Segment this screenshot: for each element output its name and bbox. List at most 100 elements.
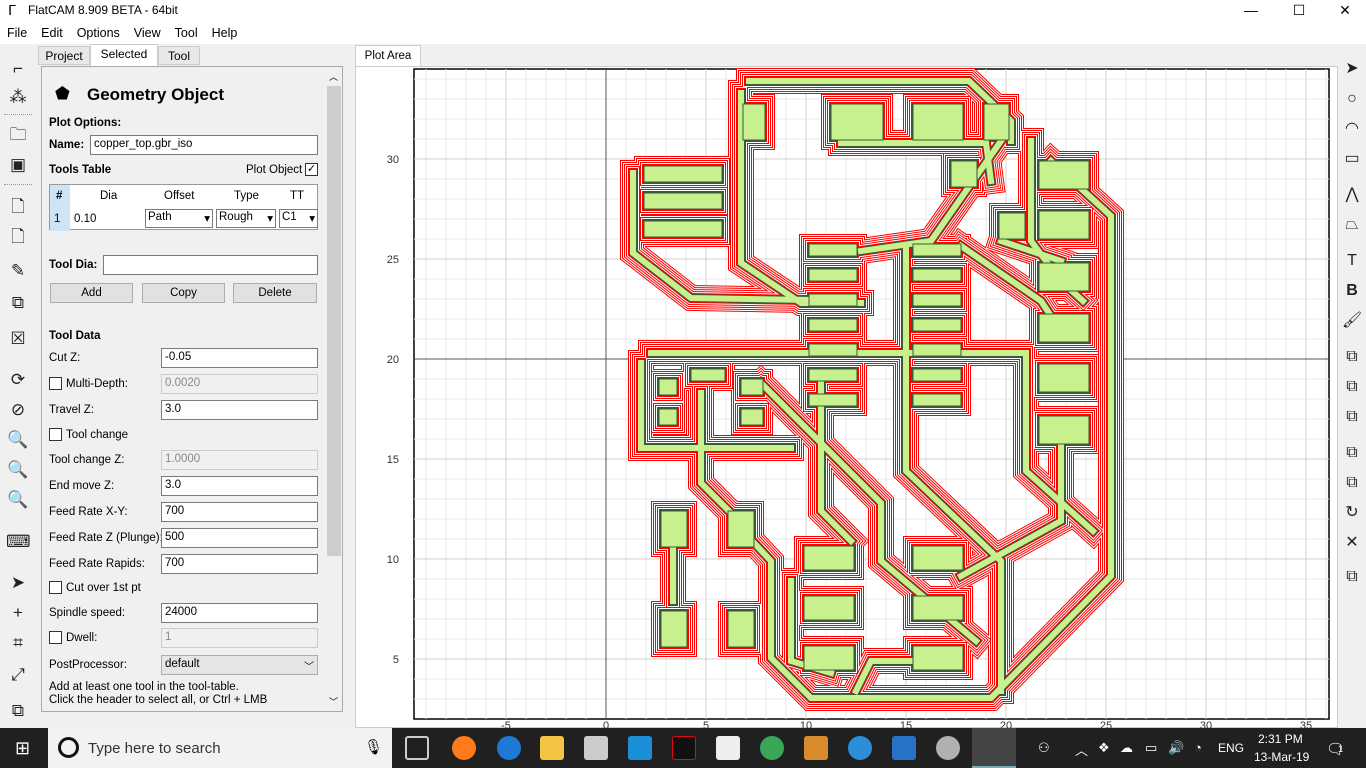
spindle-input[interactable]: 24000 (161, 603, 318, 623)
show-hidden-icons[interactable]: ︿ (1075, 740, 1088, 759)
tab-tool[interactable]: Tool (158, 46, 200, 65)
chrome-icon[interactable] (760, 736, 784, 760)
tool-change-z-input[interactable]: 1.0000 (161, 450, 318, 470)
plot-object-checkbox[interactable]: ✓ (305, 163, 318, 176)
header-dia[interactable]: Dia (100, 190, 117, 202)
feed-rapids-input[interactable]: 700 (161, 554, 318, 574)
volume-icon[interactable]: 🔊 (1168, 740, 1184, 756)
language-indicator[interactable]: ENG (1218, 741, 1244, 755)
tab-plot-area[interactable]: Plot Area (355, 45, 421, 67)
multi-depth-input[interactable]: 0.0020 (161, 374, 318, 394)
clock-date[interactable]: 13-Mar-19 (1254, 750, 1309, 764)
maximize-button[interactable]: ☐ (1276, 0, 1322, 22)
dwell-checkbox[interactable] (49, 631, 62, 644)
copy-object-icon[interactable]: ⧉ (6, 292, 30, 314)
cut-over-checkbox[interactable] (49, 581, 62, 594)
scrollbar-thumb[interactable] (327, 86, 341, 556)
minimize-button[interactable]: — (1228, 0, 1274, 22)
intersection-icon[interactable]: ⧉ (1341, 376, 1363, 398)
cut-icon[interactable]: ⧉ (1341, 442, 1363, 464)
save-icon[interactable]: ▣ (6, 154, 30, 176)
plot-canvas[interactable]: -5 0 5 10 15 20 25 30 3551015202530 (356, 67, 1339, 729)
copy-shape-icon[interactable]: ⧉ (1341, 472, 1363, 494)
microphone-icon[interactable]: 🎙 (364, 738, 383, 756)
travel-z-input[interactable]: 3.0 (161, 400, 318, 420)
edit-icon[interactable]: ✎ (6, 260, 30, 282)
polygon-tool-icon[interactable]: ⏢ (1341, 214, 1363, 236)
header-offset[interactable]: Offset (164, 190, 194, 202)
tt-select[interactable]: C1 ▾ (279, 209, 318, 228)
arc-tool-icon[interactable]: ◠ (1341, 118, 1363, 140)
tab-project[interactable]: Project (38, 46, 90, 65)
buffer-tool-icon[interactable]: B (1341, 280, 1363, 302)
store-icon[interactable] (584, 736, 608, 760)
rectangle-tool-icon[interactable]: ▭ (1341, 148, 1363, 170)
netflix-icon[interactable] (672, 736, 696, 760)
clock-time[interactable]: 2:31 PM (1258, 732, 1303, 746)
dwell-input[interactable]: 1 (161, 628, 318, 648)
replot-icon[interactable]: ⟳ (6, 369, 30, 391)
paint-icon[interactable] (936, 736, 960, 760)
close-button[interactable]: ✕ (1322, 0, 1366, 22)
select-icon[interactable]: ➤ (6, 572, 30, 594)
rotate-icon[interactable]: ↻ (1341, 502, 1363, 524)
cut-z-input[interactable]: -0.05 (161, 348, 318, 368)
task-view-icon[interactable] (405, 736, 429, 760)
windows-icon[interactable]: ⧉ (6, 700, 30, 722)
header-type[interactable]: Type (234, 190, 259, 202)
add-icon[interactable]: + (6, 602, 30, 624)
feed-z-input[interactable]: 500 (161, 528, 318, 548)
file-explorer-icon[interactable] (540, 736, 564, 760)
union-icon[interactable]: ⧉ (1341, 346, 1363, 368)
mail-icon[interactable] (716, 736, 740, 760)
clear-plot-icon[interactable]: ⊘ (6, 399, 30, 421)
menu-view[interactable]: View (127, 22, 168, 40)
header-num[interactable]: # (56, 190, 62, 202)
open-gerber-icon[interactable]: ⌐ (6, 58, 30, 80)
snap-icon[interactable]: ⌗ (6, 632, 30, 654)
eagle-icon[interactable] (804, 736, 828, 760)
copy-button[interactable]: Copy (142, 283, 225, 303)
menu-file[interactable]: File (0, 22, 34, 40)
menu-tool[interactable]: Tool (168, 22, 205, 40)
people-icon[interactable]: ⚇ (1038, 740, 1050, 756)
header-tt[interactable]: TT (290, 190, 304, 202)
flatcam-task-button[interactable] (972, 728, 1016, 768)
shell-icon[interactable]: ⌨ (6, 531, 31, 553)
menu-help[interactable]: Help (205, 22, 245, 40)
text-tool-icon[interactable]: T (1341, 250, 1363, 272)
name-input[interactable]: copper_top.gbr_iso (90, 135, 318, 155)
delete-shape-icon[interactable]: ✕ (1341, 532, 1363, 554)
wifi-icon[interactable]: ◔ (1194, 740, 1202, 755)
expand-icon[interactable]: ⤢ (6, 664, 30, 686)
windows-start-icon[interactable]: ⊞ (15, 738, 30, 759)
add-button[interactable]: Add (50, 283, 133, 303)
tool-dia-input[interactable] (103, 255, 318, 275)
firefox-icon[interactable] (452, 736, 476, 760)
new-excellon-icon[interactable]: 🗋 (6, 226, 30, 248)
plot-area[interactable]: -5 0 5 10 15 20 25 30 35 5 10 15 20 25 30 (355, 66, 1339, 729)
edge-icon[interactable] (497, 736, 521, 760)
end-move-z-input[interactable]: 3.0 (161, 476, 318, 496)
battery-icon[interactable]: ▭ (1145, 740, 1157, 756)
zoom-in-icon[interactable]: 🔍 (6, 459, 30, 481)
menu-edit[interactable]: Edit (34, 22, 70, 40)
tool-change-checkbox[interactable] (49, 428, 62, 441)
circle-tool-icon[interactable]: ○ (1341, 88, 1363, 110)
folder-icon[interactable]: 🗀 (6, 124, 30, 146)
pandora-icon[interactable] (628, 736, 652, 760)
new-geometry-icon[interactable]: 🗋 (6, 196, 30, 218)
dropbox-icon[interactable]: ❖ (1098, 740, 1110, 756)
move-icon[interactable]: ⧉ (1341, 566, 1363, 588)
paint-tool-icon[interactable]: 🖌 (1341, 310, 1363, 332)
menu-options[interactable]: Options (70, 22, 127, 40)
tab-selected[interactable]: Selected (90, 44, 158, 66)
zoom-fit-icon[interactable]: 🔍 (6, 429, 30, 451)
subtract-icon[interactable]: ⧉ (1341, 406, 1363, 428)
delete-icon[interactable]: ☒ (6, 328, 30, 350)
postprocessor-select[interactable]: default ﹀ (161, 655, 318, 675)
visual-studio-icon[interactable] (892, 736, 916, 760)
offset-select[interactable]: Path ▾ (145, 209, 213, 228)
row-dia[interactable]: 0.10 (74, 213, 96, 225)
path-tool-icon[interactable]: ⋀ (1341, 184, 1363, 206)
